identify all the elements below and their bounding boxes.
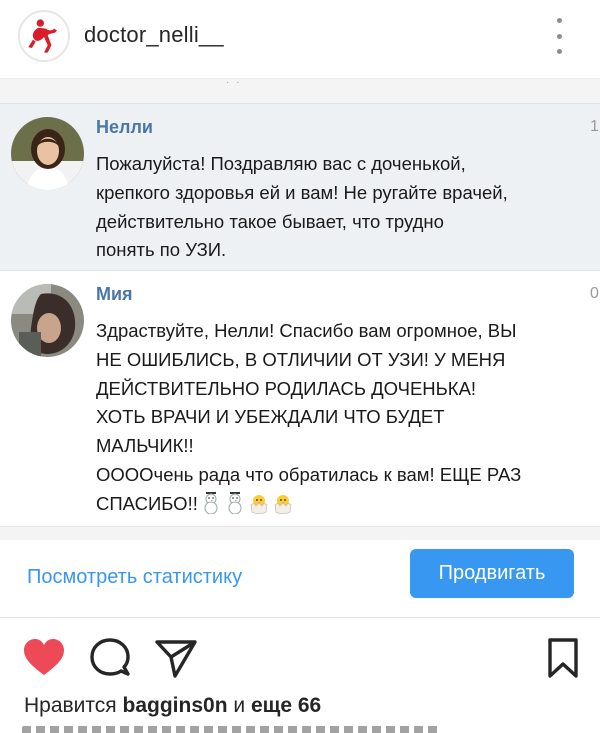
likes-middle: и [233,694,246,717]
post-username[interactable]: doctor_nelli__ [84,22,224,48]
comment-item: Нелли 1 Пожалуйста! Поздравляю вас с доч… [0,103,600,271]
comment-bubble-icon[interactable] [88,636,132,680]
commenter-avatar [11,117,84,190]
heart-filled-icon[interactable] [22,636,66,680]
cropped-caption [22,726,442,733]
post-header: doctor_nelli__ [0,0,600,78]
comment-text: Здраствуйте, Нелли! Спасибо вам огромное… [96,317,586,519]
post-actions [0,618,600,690]
paper-plane-icon[interactable] [154,636,198,680]
comment-text-body: Здраствуйте, Нелли! Спасибо вам огромное… [96,320,522,514]
comment-cropped-meta: 1 [590,118,599,135]
promote-button[interactable]: Продвигать [410,549,574,598]
likes-prefix: Нравится [24,694,117,717]
insights-bar: Посмотреть статистику Продвигать [0,540,600,618]
commenter-avatar [11,284,84,357]
hatching-chick-icon [274,494,292,514]
comment-cropped-meta: 0 [590,285,599,302]
comment-item: Мия 0 Здраствуйте, Нелли! Спасибо вам ог… [0,271,600,527]
likes-count-link[interactable]: еще 66 [251,694,321,717]
emoji-group [200,491,294,514]
comment-text: Пожалуйста! Поздравляю вас с доченькой, … [96,153,508,261]
more-vertical-icon[interactable] [548,18,570,54]
snowman-icon [204,491,218,514]
liker-username[interactable]: baggins0n [123,694,228,717]
cropped-edge: · · [226,77,242,88]
profile-avatar[interactable] [18,10,70,62]
bookmark-icon[interactable] [541,636,585,680]
comment-author: Мия [96,284,133,304]
snowman-icon [228,491,242,514]
hatching-chick-icon [250,494,268,514]
view-insights-link[interactable]: Посмотреть статистику [27,566,242,589]
likes-summary: Нравится baggins0n и еще 66 [24,694,321,718]
red-figure-logo-icon [21,13,67,59]
comment-author: Нелли [96,117,153,137]
post-image: · · Нелли 1 Пожалуйста! Поздравляю вас с… [0,78,600,540]
